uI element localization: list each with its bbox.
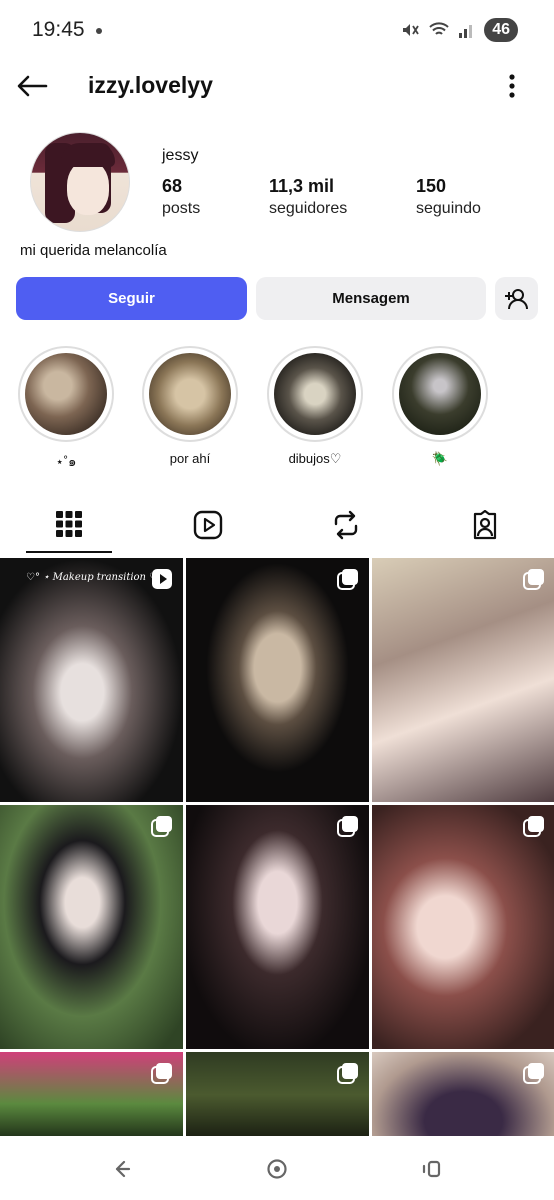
posts-label: posts <box>162 200 201 217</box>
story-highlight[interactable]: por ahí <box>141 346 239 466</box>
reels-icon <box>193 510 223 540</box>
post-thumbnail[interactable] <box>372 558 554 802</box>
status-icons: 46 <box>400 18 518 42</box>
tagged-person-icon <box>473 510 497 540</box>
avatar[interactable] <box>30 132 130 232</box>
grid-icon <box>56 511 82 537</box>
story-highlight[interactable]: 🪲 <box>391 346 489 467</box>
highlight-ring <box>267 346 363 442</box>
highlight-cover <box>149 353 231 435</box>
page-title: izzy.lovelyy <box>88 72 213 98</box>
system-home-button[interactable] <box>262 1154 292 1184</box>
back-button[interactable] <box>14 68 50 104</box>
mute-icon <box>403 24 419 36</box>
highlight-label: ⋆˚๑ <box>55 454 77 469</box>
carousel-icon <box>337 1063 358 1084</box>
followers-count[interactable]: 11,3 mil seguidores <box>269 176 347 218</box>
carousel-icon <box>523 569 544 590</box>
more-options-button[interactable] <box>500 70 524 102</box>
highlight-label: dibujos♡ <box>288 451 342 466</box>
chevron-left-icon <box>115 1160 131 1178</box>
follow-button[interactable]: Seguir <box>16 277 247 320</box>
post-thumbnail[interactable] <box>186 1052 369 1138</box>
system-recents-button[interactable] <box>418 1154 448 1184</box>
highlight-label: por ahí <box>169 451 211 466</box>
add-person-icon <box>504 288 528 309</box>
carousel-icon <box>523 816 544 837</box>
carousel-icon <box>151 816 172 837</box>
post-caption: ♡° ⋆ Makeup transition ♡° <box>26 572 164 583</box>
post-thumbnail[interactable] <box>372 1052 554 1138</box>
system-navigation-bar <box>0 1136 554 1200</box>
post-thumbnail[interactable] <box>0 1052 183 1138</box>
system-back-button[interactable] <box>106 1154 136 1184</box>
profile-header: izzy.lovelyy <box>0 60 554 110</box>
avatar-art <box>61 143 115 167</box>
story-highlight[interactable]: ⋆˚๑ <box>17 346 115 472</box>
highlight-cover <box>399 353 481 435</box>
followers-number: 11,3 mil <box>269 176 335 196</box>
following-label: seguindo <box>416 200 481 217</box>
avatar-art <box>67 161 109 215</box>
highlight-label: 🪲 <box>431 451 449 466</box>
recents-icon <box>422 1160 441 1178</box>
posts-number: 68 <box>162 176 183 196</box>
signal-icon <box>459 25 473 38</box>
story-highlight[interactable]: dibujos♡ <box>266 346 364 467</box>
reel-icon <box>152 569 172 589</box>
carousel-icon <box>523 1063 544 1084</box>
highlight-ring <box>392 346 488 442</box>
arrow-left-icon <box>17 75 48 97</box>
highlight-ring <box>142 346 238 442</box>
carousel-icon <box>337 569 358 590</box>
more-vertical-icon <box>509 74 515 98</box>
notification-dot-icon <box>96 28 102 34</box>
bio: mi querida melancolía <box>20 242 167 259</box>
status-time: 19:45 <box>32 18 85 41</box>
tab-tagged[interactable] <box>442 497 528 553</box>
post-thumbnail[interactable] <box>186 558 369 802</box>
profile-tabs <box>0 497 554 555</box>
tab-reposts[interactable] <box>303 497 389 553</box>
posts-grid: ♡° ⋆ Makeup transition ♡° <box>0 558 554 1138</box>
carousel-icon <box>151 1063 172 1084</box>
post-thumbnail[interactable] <box>0 805 183 1049</box>
wifi-icon <box>429 22 449 35</box>
post-thumbnail[interactable]: ♡° ⋆ Makeup transition ♡° <box>0 558 183 802</box>
suggest-users-button[interactable] <box>495 277 538 320</box>
highlight-ring <box>18 346 114 442</box>
battery-indicator: 46 <box>484 18 518 42</box>
home-circle-icon <box>267 1159 287 1179</box>
highlight-cover <box>274 353 356 435</box>
post-thumbnail[interactable] <box>372 805 554 1049</box>
following-number: 150 <box>416 176 447 196</box>
followers-label: seguidores <box>269 200 348 217</box>
repost-icon <box>334 510 358 540</box>
posts-count[interactable]: 68 posts <box>162 176 200 218</box>
display-name: jessy <box>162 147 199 164</box>
message-button[interactable]: Mensagem <box>256 277 486 320</box>
tab-posts-grid[interactable] <box>26 497 112 553</box>
post-thumbnail[interactable] <box>186 805 369 1049</box>
carousel-icon <box>337 816 358 837</box>
status-bar: 19:45 46 <box>0 0 554 60</box>
following-count[interactable]: 150 seguindo <box>416 176 481 218</box>
highlight-cover <box>25 353 107 435</box>
tab-reels[interactable] <box>165 497 251 553</box>
